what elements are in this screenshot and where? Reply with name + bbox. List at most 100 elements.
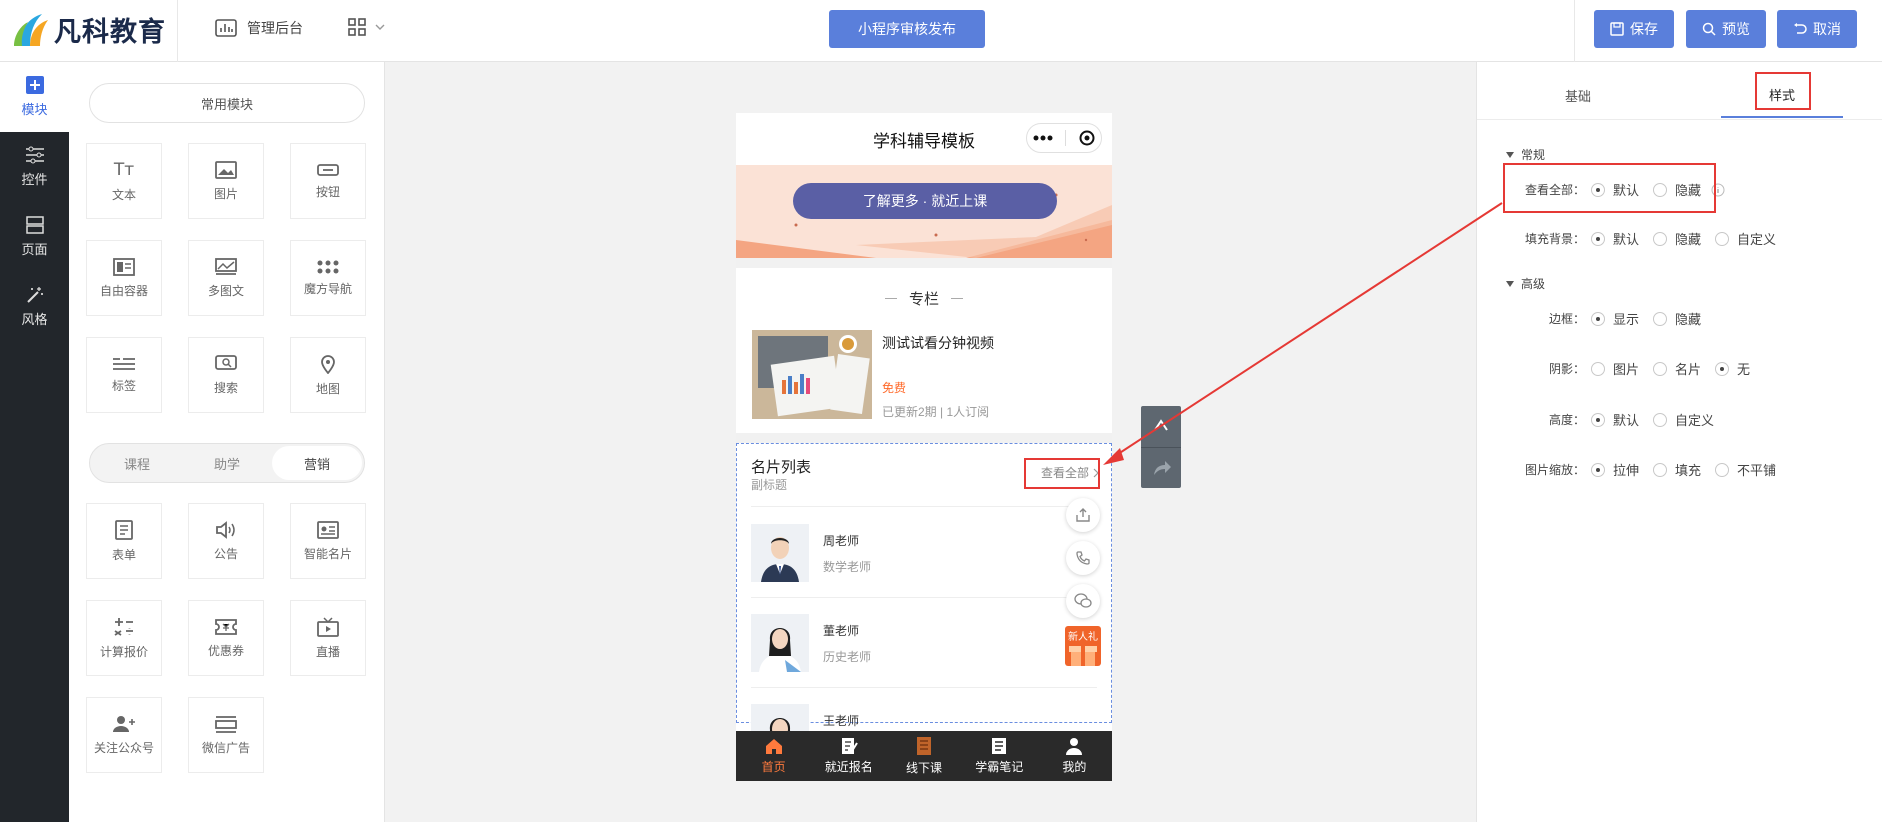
page-icon — [25, 216, 44, 234]
search-icon — [215, 354, 237, 370]
radio-scale-no-tile[interactable] — [1715, 462, 1730, 477]
module-magic-nav[interactable]: 魔方导航 — [290, 240, 366, 316]
radio-height-custom[interactable] — [1653, 412, 1668, 427]
common-modules-header[interactable]: 常用模块 — [89, 83, 365, 123]
forward-icon[interactable] — [1141, 448, 1181, 488]
brand-logo[interactable]: 凡科教育 — [12, 10, 166, 49]
radio-fill-custom[interactable] — [1715, 231, 1730, 246]
sidebar: 模块 控件 页面 风格 — [0, 62, 69, 822]
radio-shadow-none[interactable] — [1715, 361, 1730, 376]
radio-shadow-image[interactable] — [1591, 361, 1605, 376]
module-multi-image[interactable]: 多图文 — [188, 240, 264, 316]
save-label: 保存 — [1630, 21, 1658, 37]
module-smart-card[interactable]: 智能名片 — [290, 503, 366, 579]
phone-fab[interactable] — [1066, 541, 1100, 575]
tab-study-aid[interactable]: 助学 — [182, 446, 272, 480]
cancel-label: 取消 — [1813, 21, 1841, 37]
caret-down-icon — [1506, 151, 1514, 158]
module-coupon[interactable]: 优惠券 — [188, 600, 264, 676]
option-label: 不平铺 — [1737, 463, 1777, 478]
tab-marketing[interactable]: 营销 — [272, 446, 362, 480]
radio-height-default[interactable] — [1591, 412, 1605, 427]
radio-border-show[interactable] — [1591, 311, 1605, 326]
cancel-button[interactable]: 取消 — [1777, 10, 1857, 48]
publish-label: 小程序审核发布 — [858, 21, 956, 37]
module-wechat-ad[interactable]: 微信广告 — [188, 697, 264, 773]
tab-notes[interactable]: 学霸笔记 — [962, 731, 1037, 781]
wechat-fab[interactable] — [1066, 584, 1100, 618]
container-icon — [113, 257, 135, 276]
module-panel: 常用模块 Tт 文本 图片 按钮 自由容器 多图文 魔方导航 标签 搜索 地图 … — [69, 62, 385, 822]
module-label: 计算报价 — [99, 644, 148, 659]
view-all-highlight — [1024, 458, 1100, 489]
teacher-name: 周老师 — [823, 534, 860, 548]
module-live[interactable]: 直播 — [290, 600, 366, 676]
module-label: 图片 — [213, 186, 238, 201]
sliders-icon — [25, 146, 44, 164]
list-item[interactable]: 董老师 历史老师 — [751, 598, 1097, 688]
coupon-icon — [215, 618, 237, 635]
banner: 了解更多 · 就近上课 — [736, 165, 1112, 258]
module-calculator[interactable]: 计算报价 — [86, 600, 162, 676]
undo-icon — [1794, 23, 1807, 34]
course-title: 测试试看分钟视频 — [882, 335, 994, 351]
setting-label: 图片缩放： — [1524, 463, 1585, 477]
sidebar-item-label: 风格 — [21, 312, 48, 327]
tab-basic[interactable]: 基础 — [1477, 72, 1679, 118]
tab-mine[interactable]: 我的 — [1037, 731, 1112, 781]
banner-button[interactable]: 了解更多 · 就近上课 — [793, 183, 1057, 219]
tab-home[interactable]: 首页 — [736, 731, 811, 781]
apps-menu[interactable] — [348, 18, 386, 36]
note-icon — [992, 738, 1007, 754]
preview-button[interactable]: 预览 — [1686, 10, 1766, 48]
advanced-section-header[interactable]: 高级 — [1505, 275, 1545, 292]
avatar — [751, 614, 809, 672]
column-section-title: 专栏 — [736, 278, 1112, 318]
radio-scale-fill[interactable] — [1653, 462, 1668, 477]
module-form[interactable]: 表单 — [86, 503, 162, 579]
text-icon: Tт — [113, 159, 135, 180]
separator — [736, 258, 1112, 268]
radio-shadow-card[interactable] — [1653, 361, 1668, 376]
admin-label: 管理后台 — [247, 20, 303, 36]
sidebar-item-modules[interactable]: 模块 — [0, 62, 69, 132]
teacher-desc: 历史老师 — [823, 650, 872, 664]
separator — [736, 433, 1112, 443]
tab-sign-up[interactable]: 就近报名 — [811, 731, 886, 781]
mini-program-capsule[interactable] — [1026, 123, 1102, 153]
module-map[interactable]: 地图 — [290, 337, 366, 413]
sidebar-item-controls[interactable]: 控件 — [0, 132, 69, 202]
radio-fill-hide[interactable] — [1653, 231, 1668, 246]
module-free-container[interactable]: 自由容器 — [86, 240, 162, 316]
module-notice[interactable]: 公告 — [188, 503, 264, 579]
admin-link[interactable]: 管理后台 — [215, 18, 303, 38]
save-button[interactable]: 保存 — [1594, 10, 1674, 48]
publish-button[interactable]: 小程序审核发布 — [829, 10, 985, 48]
module-follow-account[interactable]: 关注公众号 — [86, 697, 162, 773]
chevron-down-icon — [375, 24, 385, 30]
option-label: 填充 — [1675, 463, 1702, 478]
sidebar-item-style[interactable]: 风格 — [0, 272, 69, 342]
share-fab[interactable] — [1066, 498, 1100, 532]
setting-label: 高度： — [1548, 413, 1585, 427]
list-item[interactable]: 周老师 数学老师 — [751, 508, 1097, 598]
teacher-photo — [751, 524, 809, 582]
general-section-header[interactable]: 常规 — [1505, 146, 1545, 163]
radio-scale-stretch[interactable] — [1591, 462, 1605, 477]
module-button[interactable]: 按钮 — [290, 143, 366, 219]
divider — [1574, 0, 1575, 62]
module-image[interactable]: 图片 — [188, 143, 264, 219]
radio-fill-default[interactable] — [1591, 231, 1605, 246]
module-text[interactable]: Tт 文本 — [86, 143, 162, 219]
module-search[interactable]: 搜索 — [188, 337, 264, 413]
sidebar-item-pages[interactable]: 页面 — [0, 202, 69, 272]
course-thumbnail[interactable] — [752, 330, 872, 419]
new-user-gift[interactable]: 新人礼 — [1065, 626, 1101, 666]
move-up-icon[interactable] — [1141, 406, 1181, 446]
tab-offline-class[interactable]: 线下课 — [886, 731, 961, 781]
option-label: 自定义 — [1675, 413, 1715, 428]
module-tag[interactable]: 标签 — [86, 337, 162, 413]
module-label: 标签 — [111, 378, 136, 393]
tab-course[interactable]: 课程 — [92, 446, 182, 480]
radio-border-hide[interactable] — [1653, 311, 1668, 326]
